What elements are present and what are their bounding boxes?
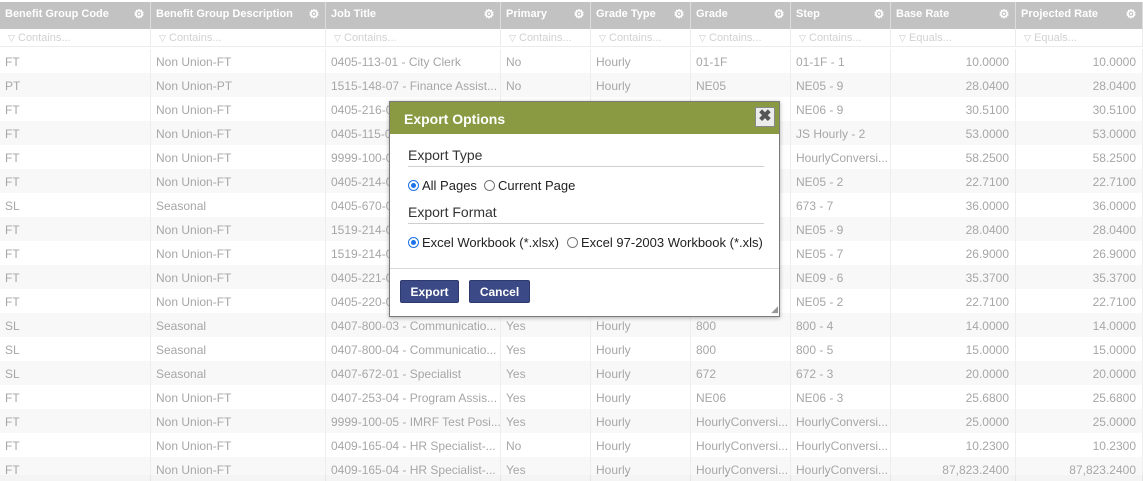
radio-button[interactable] <box>567 237 578 248</box>
radio-xlsx[interactable]: Excel Workbook (*.xlsx) <box>408 235 559 250</box>
radio-current-page[interactable]: Current Page <box>484 178 575 193</box>
radio-button[interactable] <box>408 180 419 191</box>
export-options-dialog: Export Options ✖ Export Type All Pages C… <box>389 101 780 317</box>
radio-label: Current Page <box>498 178 576 193</box>
radio-button[interactable] <box>484 180 495 191</box>
resize-grip-icon[interactable]: ◢ <box>771 304 778 315</box>
dialog-title: Export Options <box>390 102 779 134</box>
cancel-button[interactable]: Cancel <box>469 280 530 303</box>
radio-label: All Pages <box>422 178 477 193</box>
divider <box>408 166 764 167</box>
radio-all-pages[interactable]: All Pages <box>408 178 477 193</box>
dialog-footer-divider <box>390 268 779 269</box>
radio-button[interactable] <box>408 237 419 248</box>
radio-label: Excel 97-2003 Workbook (*.xls) <box>581 235 763 250</box>
divider <box>408 223 764 224</box>
export-button[interactable]: Export <box>400 280 459 303</box>
export-type-heading: Export Type <box>408 147 483 163</box>
radio-label: Excel Workbook (*.xlsx) <box>422 235 560 250</box>
close-icon[interactable]: ✖ <box>755 107 775 127</box>
radio-xls[interactable]: Excel 97-2003 Workbook (*.xls) <box>567 235 763 250</box>
export-format-heading: Export Format <box>408 204 497 220</box>
